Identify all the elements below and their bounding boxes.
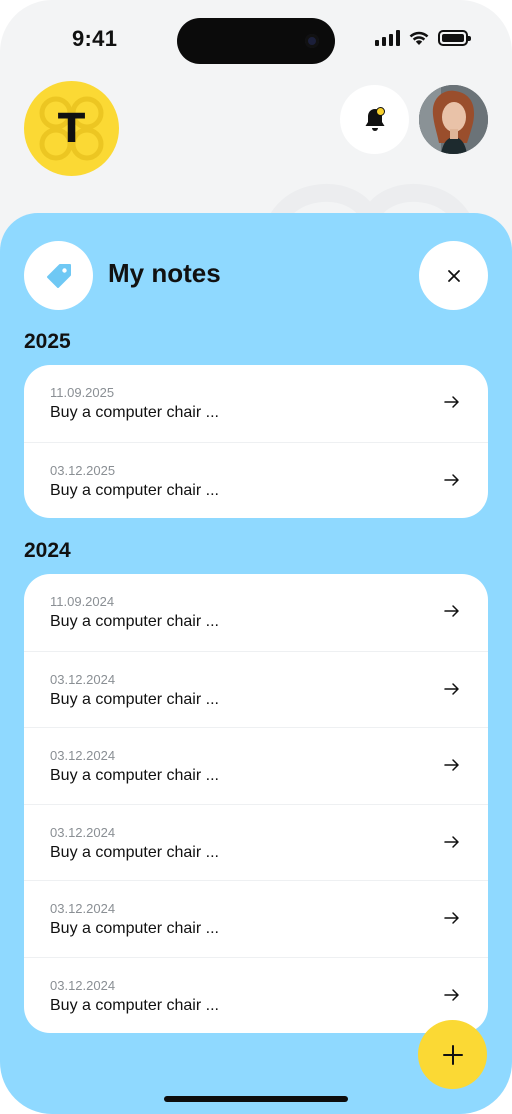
year-heading: 2025 bbox=[24, 330, 71, 353]
arrow-right-icon bbox=[444, 605, 459, 617]
notes-sheet: My notes 2025 11.09.2025 Buy a computer … bbox=[0, 213, 512, 1114]
note-text: Buy a computer chair ... bbox=[50, 481, 219, 499]
notification-dot bbox=[376, 107, 385, 116]
note-date: 03.12.2024 bbox=[50, 824, 116, 840]
home-indicator[interactable] bbox=[164, 1096, 348, 1102]
note-date: 11.09.2025 bbox=[50, 385, 115, 400]
profile-photo bbox=[419, 85, 488, 154]
list-item[interactable]: 03.12.2024 Buy a computer chair ... bbox=[24, 727, 488, 804]
add-note-button[interactable] bbox=[418, 1020, 487, 1089]
note-text: Buy a computer chair ... bbox=[50, 613, 219, 630]
note-date: 03.12.2024 bbox=[50, 671, 116, 687]
wifi-icon bbox=[409, 31, 429, 45]
list-item[interactable]: 11.09.2024 Buy a computer chair ... bbox=[24, 574, 488, 651]
note-text: Buy a computer chair ... bbox=[50, 996, 219, 1014]
note-date: 03.12.2024 bbox=[50, 901, 116, 916]
arrow-right-icon bbox=[444, 912, 459, 924]
close-button[interactable] bbox=[419, 241, 488, 310]
page-title: My notes bbox=[108, 258, 221, 288]
list-item[interactable]: 03.12.2024 Buy a computer chair ... bbox=[24, 803, 488, 881]
notes-group-card: 11.09.2025 Buy a computer chair ... 03.1… bbox=[24, 365, 488, 518]
battery-icon bbox=[438, 30, 471, 46]
year-heading: 2024 bbox=[24, 539, 71, 562]
arrow-right-icon bbox=[444, 396, 459, 408]
arrow-right-icon bbox=[444, 988, 459, 1001]
arrow-right-icon bbox=[444, 835, 459, 848]
avatar[interactable] bbox=[419, 85, 488, 154]
note-date: 03.12.2024 bbox=[50, 977, 116, 993]
note-text: Buy a computer chair ... bbox=[50, 690, 219, 708]
list-item[interactable]: 03.12.2024 Buy a computer chair ... bbox=[24, 650, 488, 728]
dynamic-island bbox=[177, 18, 335, 64]
close-icon bbox=[447, 269, 460, 282]
note-date: 11.09.2024 bbox=[50, 594, 115, 609]
signal-icon bbox=[375, 30, 400, 46]
notes-group-card: 11.09.2024 Buy a computer chair ... 03.1… bbox=[24, 574, 488, 1033]
logo-letter: T bbox=[57, 105, 86, 152]
note-text: Buy a computer chair ... bbox=[50, 404, 219, 421]
tag-button[interactable] bbox=[24, 241, 93, 310]
app-logo[interactable]: T bbox=[24, 81, 119, 176]
status-time: 9:41 bbox=[72, 26, 118, 51]
status-icons bbox=[375, 30, 471, 46]
note-date: 03.12.2024 bbox=[50, 748, 116, 763]
list-item[interactable]: 03.12.2024 Buy a computer chair ... bbox=[24, 880, 488, 957]
phone-screen: 9:41 T My notes 2025 11.09.2025 Buy a co… bbox=[0, 0, 512, 1114]
note-text: Buy a computer chair ... bbox=[50, 843, 219, 861]
arrow-right-icon bbox=[444, 473, 459, 486]
tag-icon bbox=[46, 263, 71, 288]
notifications-button[interactable] bbox=[340, 85, 409, 154]
camera-lens bbox=[305, 34, 319, 48]
arrow-right-icon bbox=[444, 682, 459, 695]
list-item[interactable]: 03.12.2025 Buy a computer chair ... bbox=[24, 441, 488, 519]
note-text: Buy a computer chair ... bbox=[50, 920, 219, 937]
list-item[interactable]: 03.12.2024 Buy a computer chair ... bbox=[24, 956, 488, 1034]
note-text: Buy a computer chair ... bbox=[50, 767, 219, 784]
list-item[interactable]: 11.09.2025 Buy a computer chair ... bbox=[24, 365, 488, 442]
note-date: 03.12.2025 bbox=[50, 462, 116, 478]
plus-icon bbox=[442, 1044, 463, 1065]
arrow-right-icon bbox=[444, 759, 459, 771]
